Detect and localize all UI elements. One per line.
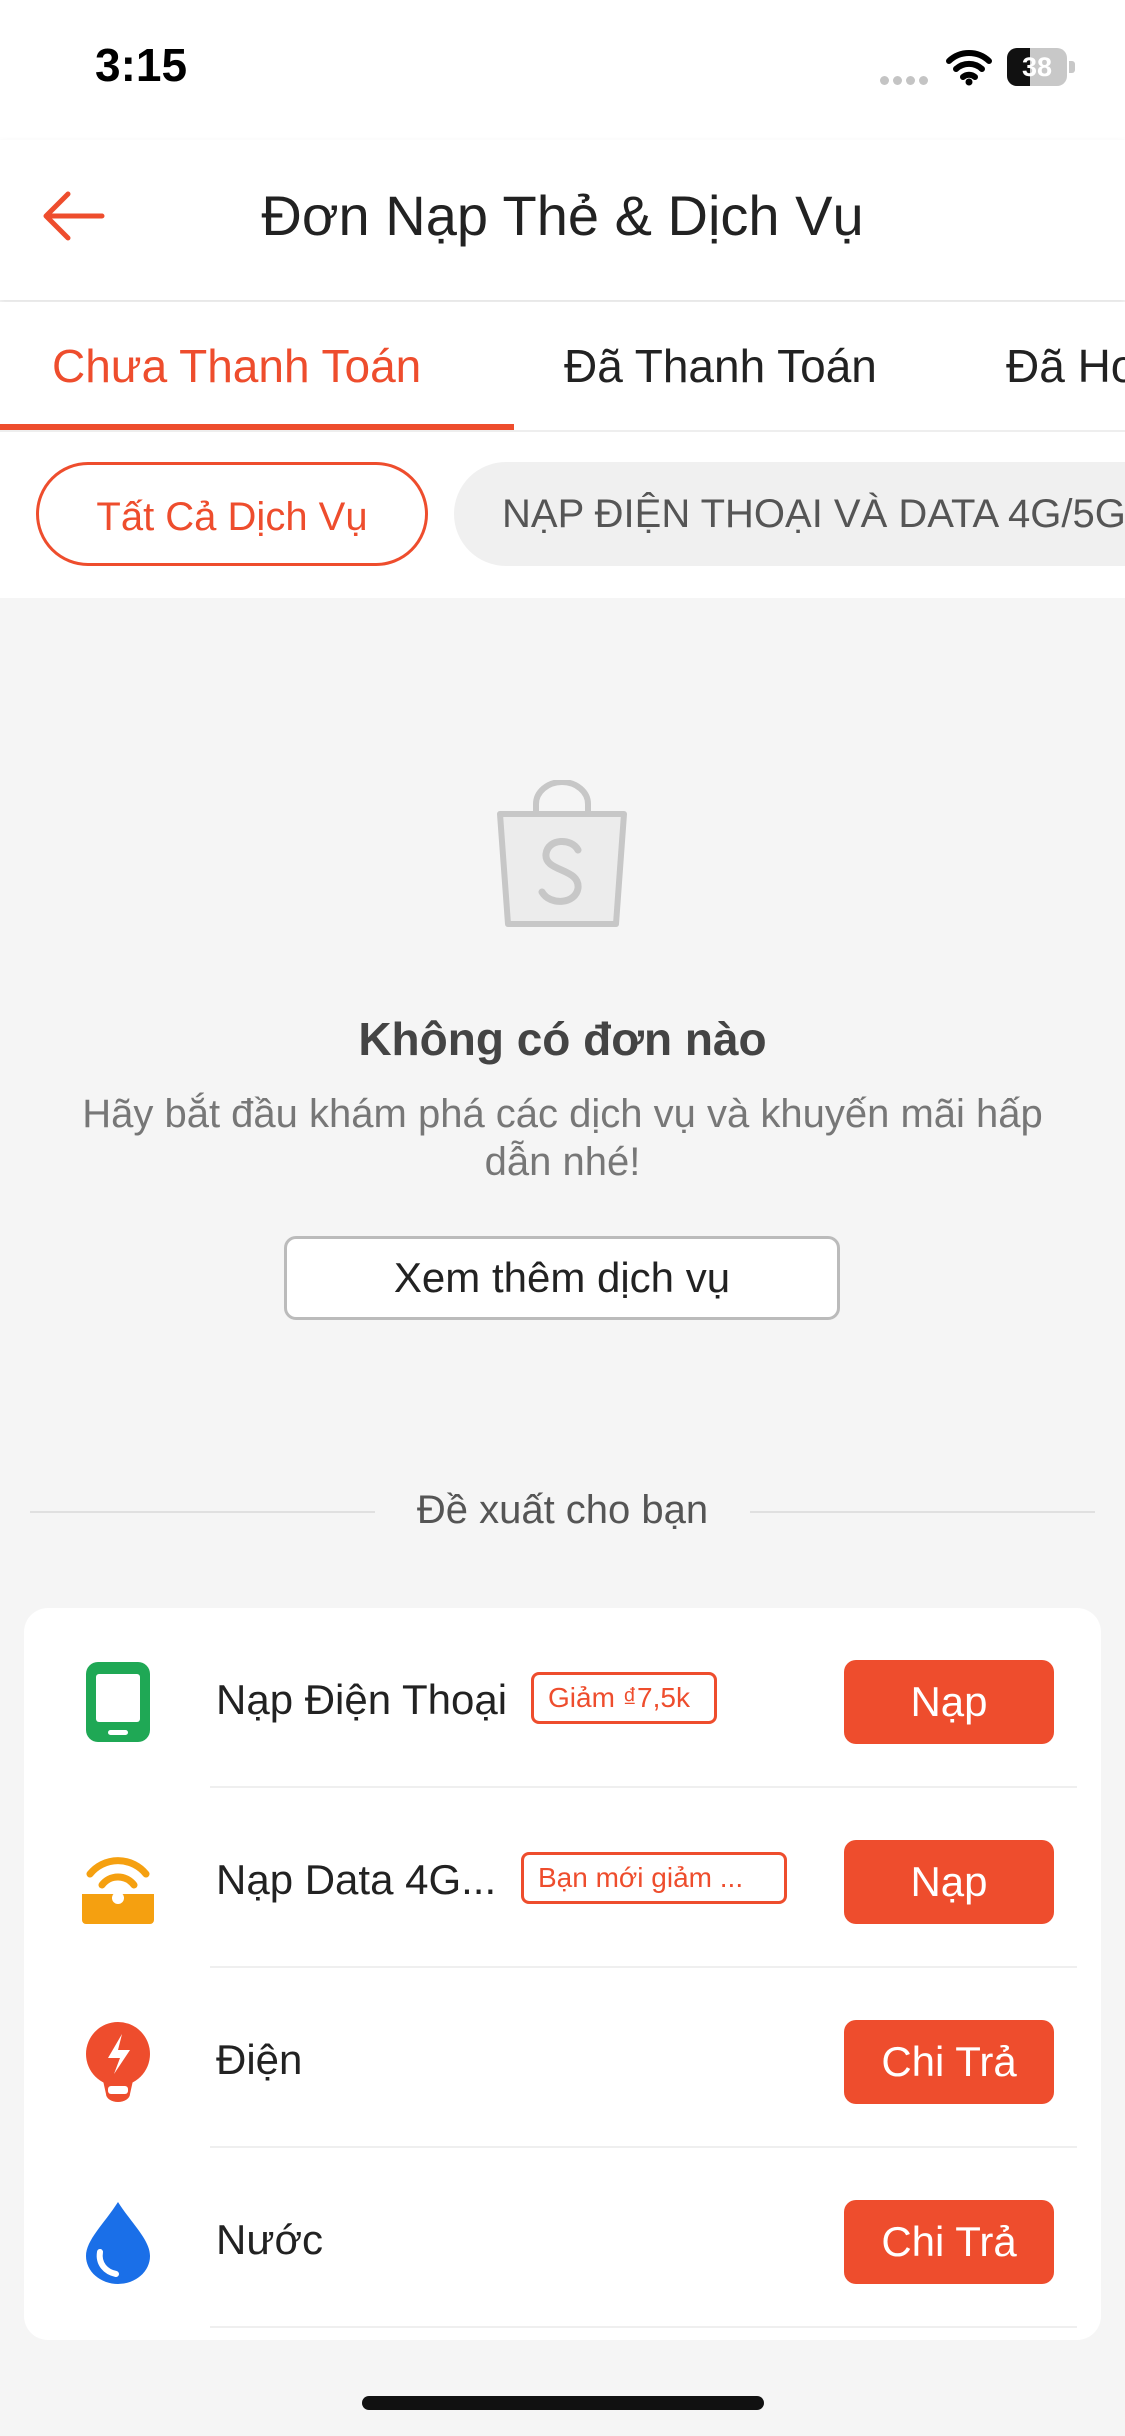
recommendation-row-water[interactable]: Nước Chi Trả (24, 2148, 1101, 2328)
empty-state-title: Không có đơn nào (358, 1013, 767, 1065)
row-separator (210, 2326, 1077, 2328)
status-time: 3:15 (95, 39, 188, 91)
shopping-bag-icon (497, 780, 627, 927)
battery-percent: 38 (1021, 52, 1053, 82)
empty-state-description: Hãy bắt đầu khám phá các dịch vụ và khuy… (82, 1092, 1043, 1184)
recommendations-title: Đề xuất cho bạn (416, 1488, 709, 1532)
water-drop-icon (86, 2202, 150, 2284)
divider-right (750, 1511, 1095, 1513)
electricity-icon (86, 2022, 150, 2102)
active-tab-indicator (0, 424, 514, 430)
home-indicator[interactable] (362, 2396, 764, 2410)
tab-completed[interactable]: Đã Hoàn Thành (1006, 302, 1125, 430)
phone-icon (86, 1662, 150, 1742)
view-more-services-button[interactable]: Xem thêm dịch vụ (284, 1236, 840, 1320)
cellular-signal-icon (880, 72, 932, 90)
recommendation-row-electricity[interactable]: Điện Chi Trả (24, 1968, 1101, 2148)
top-up-phone-button[interactable]: Nạp (844, 1660, 1054, 1744)
recommendation-label: Nước (216, 2216, 323, 2263)
divider-left (30, 1511, 375, 1513)
tab-paid[interactable]: Đã Thanh Toán (564, 302, 877, 430)
wifi-icon (946, 50, 992, 86)
wifi-router-icon (82, 1857, 154, 1924)
recommendation-row-phone[interactable]: Nạp Điện Thoại Giảm ₫7,5k Nạp (24, 1608, 1101, 1788)
tab-unpaid[interactable]: Chưa Thanh Toán (52, 302, 421, 430)
recommendation-row-data[interactable]: Nạp Data 4G... Bạn mới giảm ... Nạp (24, 1788, 1101, 1968)
promo-badge: Giảm ₫7,5k (531, 1672, 717, 1724)
order-status-tabs: Chưa Thanh Toán Đã Thanh Toán Đã Hoàn Th… (0, 302, 1125, 432)
page-title: Đơn Nạp Thẻ & Dịch Vụ (261, 184, 864, 247)
service-filter-chips: Tất Cả Dịch Vụ NẠP ĐIỆN THOẠI VÀ DATA 4G… (0, 432, 1125, 598)
pay-water-button[interactable]: Chi Trả (844, 2200, 1054, 2284)
chip-all-services[interactable]: Tất Cả Dịch Vụ (36, 462, 428, 566)
recommendations-card: Nạp Điện Thoại Giảm ₫7,5k Nạp Nạp Data 4… (24, 1608, 1101, 2340)
status-bar: 3:15 38 (0, 0, 1125, 140)
recommendation-label: Nạp Điện Thoại (216, 1676, 508, 1723)
recommendation-label: Nạp Data 4G... (216, 1856, 497, 1903)
promo-badge: Bạn mới giảm ... (521, 1852, 787, 1904)
top-up-data-button[interactable]: Nạp (844, 1840, 1054, 1924)
navigation-bar: Đơn Nạp Thẻ & Dịch Vụ (0, 140, 1125, 300)
battery-icon: 38 (1007, 48, 1075, 86)
pay-electricity-button[interactable]: Chi Trả (844, 2020, 1054, 2104)
chip-phone-data[interactable]: NẠP ĐIỆN THOẠI VÀ DATA 4G/5G (454, 462, 1125, 566)
recommendation-label: Điện (216, 2036, 303, 2083)
